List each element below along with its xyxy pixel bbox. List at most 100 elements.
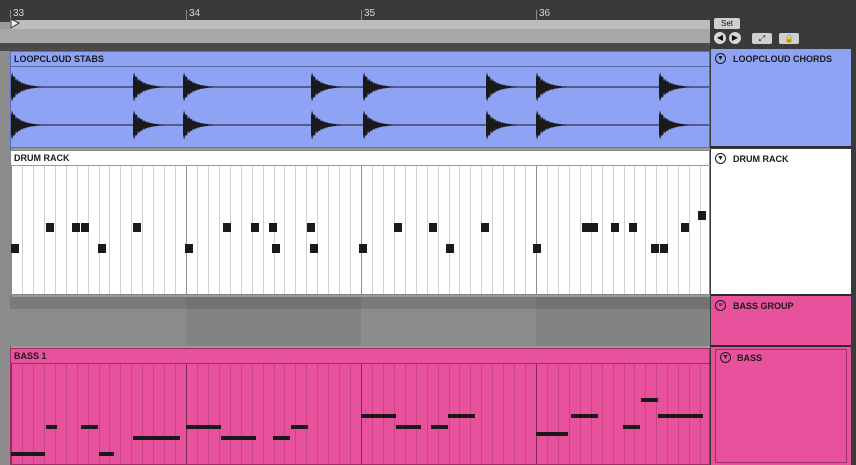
bass-note[interactable]: [11, 452, 45, 456]
drum-note[interactable]: [698, 211, 706, 220]
grid-line: [449, 166, 450, 294]
drum-note[interactable]: [533, 244, 541, 253]
bass-note[interactable]: [658, 414, 703, 418]
bass-note[interactable]: [46, 425, 57, 429]
drum-note[interactable]: [133, 223, 141, 232]
drum-note[interactable]: [481, 223, 489, 232]
group-track-lane[interactable]: [10, 297, 710, 346]
grid-line: [99, 364, 100, 464]
drum-note[interactable]: [429, 223, 437, 232]
drum-note[interactable]: [681, 223, 689, 232]
grid-line: [263, 166, 264, 294]
drum-note[interactable]: [629, 223, 637, 232]
bass-note[interactable]: [99, 452, 114, 456]
grid-line: [613, 364, 614, 464]
drum-note[interactable]: [359, 244, 367, 253]
drum-note[interactable]: [446, 244, 454, 253]
midi-clip-drum-rack[interactable]: DRUM RACK: [10, 150, 711, 295]
grid-line: [536, 166, 537, 294]
drum-note[interactable]: [98, 244, 106, 253]
drum-note[interactable]: [310, 244, 318, 253]
bass-note[interactable]: [396, 425, 421, 429]
track-header-bass[interactable]: ▼ BASS: [711, 347, 851, 465]
bass-note[interactable]: [641, 398, 658, 402]
grid-line: [219, 166, 220, 294]
drum-note[interactable]: [269, 223, 277, 232]
clip-title: BASS 1: [11, 349, 711, 364]
grid-line: [295, 364, 296, 464]
grid-line: [602, 364, 603, 464]
waveform-transient: [363, 110, 422, 140]
grid-line: [197, 166, 198, 294]
grid-line: [55, 364, 56, 464]
grid-line: [667, 166, 668, 294]
bass-note[interactable]: [361, 414, 396, 418]
grid-line: [645, 364, 646, 464]
drum-note[interactable]: [185, 244, 193, 253]
drum-note[interactable]: [223, 223, 231, 232]
waveform-transient: [183, 110, 242, 140]
bass-note[interactable]: [273, 436, 290, 440]
grid-line: [186, 166, 187, 294]
grid-line: [547, 364, 548, 464]
drum-note-grid: [11, 166, 709, 294]
scrub-area[interactable]: [0, 29, 712, 43]
drum-note[interactable]: [582, 223, 590, 232]
bass-note[interactable]: [221, 436, 256, 440]
bass-note[interactable]: [623, 425, 640, 429]
grid-line: [164, 364, 165, 464]
drum-note[interactable]: [590, 223, 598, 232]
grid-line: [514, 166, 515, 294]
grid-line: [109, 364, 110, 464]
grid-line: [219, 364, 220, 464]
grid-line: [383, 166, 384, 294]
grid-line: [33, 364, 34, 464]
track-header-bass-group[interactable]: ≡ BASS GROUP: [711, 296, 851, 347]
track-header-drum-rack[interactable]: ▼ DRUM RACK: [711, 149, 851, 296]
drum-note[interactable]: [660, 244, 668, 253]
grid-line: [22, 166, 23, 294]
arrow-right-icon[interactable]: ▶: [729, 32, 741, 44]
fold-arrow-icon[interactable]: ▼: [715, 153, 726, 164]
bar-shade: [536, 297, 710, 346]
bass-note[interactable]: [133, 436, 180, 440]
bass-note[interactable]: [571, 414, 598, 418]
bass-note[interactable]: [536, 432, 568, 436]
bass-note[interactable]: [448, 414, 475, 418]
grid-line: [470, 166, 471, 294]
bass-note[interactable]: [291, 425, 308, 429]
track-header-loopcloud-chords[interactable]: ▼ LOOPCLOUD CHORDS: [711, 49, 851, 148]
grid-line: [274, 364, 275, 464]
drum-note[interactable]: [251, 223, 259, 232]
drum-note[interactable]: [394, 223, 402, 232]
audio-clip-loopcloud-stabs[interactable]: LOOPCLOUD STABS: [10, 51, 711, 148]
bass-note[interactable]: [81, 425, 98, 429]
bar-ruler[interactable]: 33 34 35 36: [0, 0, 712, 22]
group-fold-icon[interactable]: ≡: [715, 300, 726, 311]
bass-note[interactable]: [186, 425, 221, 429]
fold-arrow-icon[interactable]: ▼: [720, 352, 731, 363]
drum-note[interactable]: [72, 223, 80, 232]
bass-note[interactable]: [431, 425, 448, 429]
grid-line: [284, 364, 285, 464]
drum-note[interactable]: [11, 244, 19, 253]
grid-line: [208, 166, 209, 294]
grid-line: [656, 166, 657, 294]
grid-line: [317, 166, 318, 294]
lock-icon[interactable]: 🔒: [779, 33, 799, 44]
drum-note[interactable]: [46, 223, 54, 232]
fold-arrow-icon[interactable]: ▼: [715, 53, 726, 64]
arrow-left-icon[interactable]: ◀: [714, 32, 726, 44]
drum-note[interactable]: [272, 244, 280, 253]
drum-note[interactable]: [651, 244, 659, 253]
set-locator-button[interactable]: Set: [714, 18, 740, 29]
waveform-transient: [311, 110, 370, 140]
midi-clip-bass-1[interactable]: BASS 1: [10, 348, 711, 465]
drum-note[interactable]: [81, 223, 89, 232]
drum-note[interactable]: [611, 223, 619, 232]
expand-icon[interactable]: ⤢: [752, 33, 772, 44]
track-name: LOOPCLOUD CHORDS: [733, 54, 832, 64]
track-name: BASS: [737, 353, 763, 363]
grid-line: [241, 166, 242, 294]
drum-note[interactable]: [307, 223, 315, 232]
